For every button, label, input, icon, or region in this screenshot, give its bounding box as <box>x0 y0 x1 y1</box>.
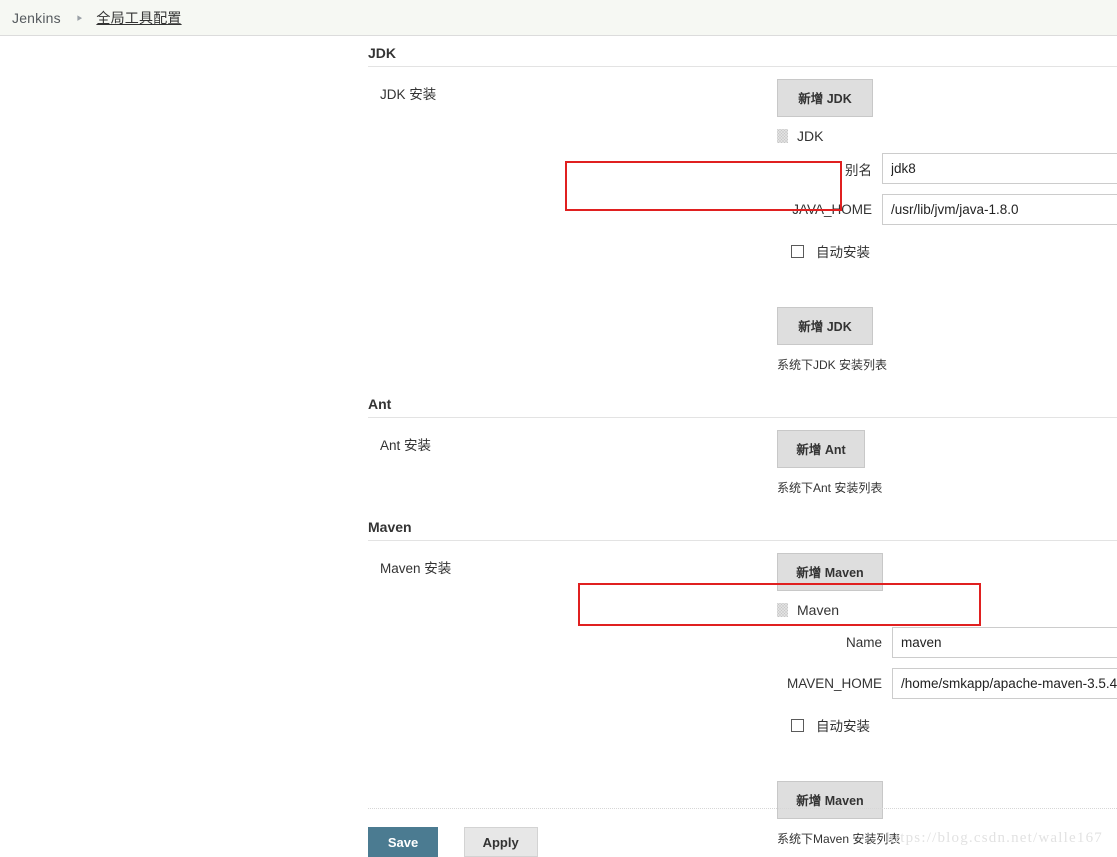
java-home-input[interactable] <box>882 194 1117 225</box>
jdk-tool-block: JDK 别名 JAVA_HOME 自动安装 <box>777 125 1117 261</box>
drag-handle-icon[interactable] <box>777 129 788 143</box>
maven-installations-content: 新增 Maven Maven Name MAVEN_HOME <box>563 541 1117 847</box>
save-button[interactable]: Save <box>368 827 438 857</box>
apply-button[interactable]: Apply <box>463 827 538 857</box>
ant-installations-row: Ant 安装 新增 Ant 系统下Ant 安装列表 <box>368 418 1117 510</box>
configuration-form: JDK JDK 安装 新增 JDK JDK 别名 JAVA_HOME <box>368 36 1117 847</box>
maven-name-input[interactable] <box>892 627 1117 658</box>
drag-handle-icon[interactable] <box>777 603 788 617</box>
add-jdk-button-bottom[interactable]: 新增 JDK <box>777 307 873 345</box>
ant-installations-label: Ant 安装 <box>380 438 432 453</box>
java-home-field-row: JAVA_HOME <box>777 194 1117 225</box>
maven-home-input[interactable] <box>892 668 1117 699</box>
maven-name-field-row: Name <box>777 627 1117 658</box>
maven-auto-install-label[interactable]: 自动安装 <box>816 715 870 735</box>
breadcrumb-separator-icon: ▸ <box>77 12 82 24</box>
maven-installations-label: Maven 安装 <box>380 561 452 576</box>
maven-tool-block: Maven Name MAVEN_HOME 自动安装 <box>777 599 1117 735</box>
jdk-tool-heading: JDK <box>777 125 1117 147</box>
jdk-alias-field-row: 别名 <box>777 153 1117 184</box>
java-home-label: JAVA_HOME <box>792 202 872 217</box>
breadcrumb-item-global-tool-configuration[interactable]: 全局工具配置 <box>96 8 181 28</box>
add-jdk-button-top[interactable]: 新增 JDK <box>777 79 873 117</box>
jdk-helper-text: 系统下JDK 安装列表 <box>777 358 888 372</box>
jdk-installations-content: 新增 JDK JDK 别名 JAVA_HOME <box>563 67 1117 387</box>
add-ant-button[interactable]: 新增 Ant <box>777 430 865 468</box>
maven-home-label: MAVEN_HOME <box>786 676 882 691</box>
breadcrumb: Jenkins ▸ 全局工具配置 <box>0 0 1117 36</box>
watermark-text: https://blog.csdn.net/walle167 <box>886 830 1103 846</box>
jdk-installations-row: JDK 安装 新增 JDK JDK 别名 JAVA_HOME <box>368 67 1117 387</box>
section-title-maven: Maven <box>368 510 1117 541</box>
maven-home-field-row: MAVEN_HOME <box>777 668 1117 699</box>
maven-auto-install-checkbox[interactable] <box>791 718 804 732</box>
maven-tool-name: Maven <box>797 602 840 618</box>
jdk-auto-install-checkbox[interactable] <box>791 244 804 258</box>
maven-tool-heading: Maven <box>777 599 1117 621</box>
page-body: JDK JDK 安装 新增 JDK JDK 别名 JAVA_HOME <box>0 36 1117 857</box>
jdk-alias-input[interactable] <box>882 153 1117 184</box>
jdk-installations-label: JDK 安装 <box>380 87 437 102</box>
add-maven-button-top[interactable]: 新增 Maven <box>777 553 883 591</box>
jdk-tool-name: JDK <box>797 128 824 144</box>
breadcrumb-item-jenkins[interactable]: Jenkins <box>12 10 61 26</box>
maven-auto-install-row[interactable]: 自动安装 <box>791 715 1117 735</box>
jdk-auto-install-label[interactable]: 自动安装 <box>816 241 870 261</box>
actions-separator <box>368 808 1117 809</box>
section-title-jdk: JDK <box>368 36 1117 67</box>
section-title-ant: Ant <box>368 387 1117 418</box>
jdk-auto-install-row[interactable]: 自动安装 <box>791 241 1117 261</box>
jdk-alias-label: 别名 <box>845 162 872 178</box>
maven-installations-row: Maven 安装 新增 Maven Maven Name MAVEN_HOME <box>368 541 1117 847</box>
ant-installations-content: 新增 Ant 系统下Ant 安装列表 <box>563 418 1117 510</box>
ant-helper-text: 系统下Ant 安装列表 <box>777 481 883 495</box>
maven-name-label: Name <box>845 635 882 650</box>
